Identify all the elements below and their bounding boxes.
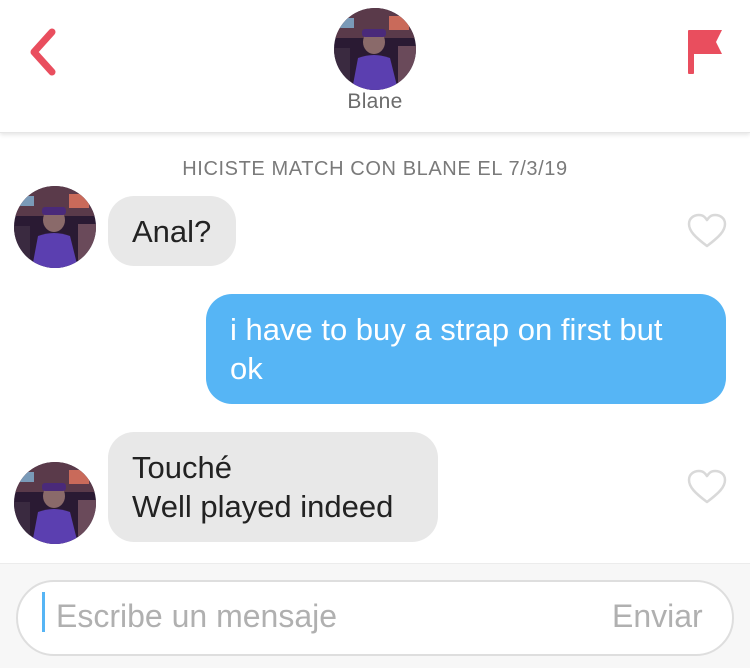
message-text-line: ok bbox=[230, 351, 263, 386]
heart-icon bbox=[687, 213, 727, 248]
message-thread[interactable]: HICISTE MATCH CON BLANE EL 7/3/19 Anal? … bbox=[0, 133, 750, 563]
avatar-photo bbox=[14, 462, 96, 544]
like-button[interactable] bbox=[687, 469, 727, 505]
message-text-line: Well played indeed bbox=[132, 489, 394, 524]
message-input-placeholder[interactable]: Escribe un mensaje bbox=[56, 598, 337, 635]
message-composer: Escribe un mensaje Enviar bbox=[0, 563, 750, 668]
back-button[interactable] bbox=[24, 26, 64, 78]
text-caret bbox=[42, 592, 45, 632]
avatar-photo bbox=[14, 186, 96, 268]
match-notice: HICISTE MATCH CON BLANE EL 7/3/19 bbox=[182, 158, 568, 180]
message-bubble-incoming[interactable]: Anal? bbox=[108, 196, 236, 266]
chevron-left-icon bbox=[30, 28, 56, 76]
flag-icon bbox=[688, 30, 722, 74]
send-button[interactable]: Enviar bbox=[612, 598, 703, 635]
contact-avatar-small[interactable] bbox=[14, 462, 96, 544]
like-button[interactable] bbox=[687, 213, 727, 249]
message-text-line: Touché bbox=[132, 450, 232, 485]
message-bubble-incoming[interactable]: Touché Well played indeed bbox=[108, 432, 438, 542]
avatar-photo bbox=[334, 8, 416, 90]
contact-name: Blane bbox=[347, 90, 403, 113]
heart-icon bbox=[687, 469, 727, 504]
chat-header: Blane bbox=[0, 0, 750, 133]
report-button[interactable] bbox=[684, 26, 728, 78]
contact-avatar-small[interactable] bbox=[14, 186, 96, 268]
contact-avatar[interactable] bbox=[334, 8, 416, 90]
message-text-line: i have to buy a strap on first but bbox=[230, 312, 663, 347]
message-bubble-outgoing[interactable]: i have to buy a strap on first but ok bbox=[206, 294, 726, 404]
message-text: Anal? bbox=[132, 214, 212, 249]
